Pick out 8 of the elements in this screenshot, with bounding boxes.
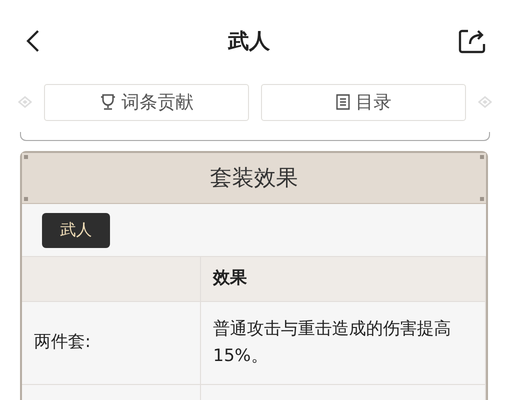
table-cell: 两件套: [22, 301, 201, 384]
panel-title: 套装效果 [210, 165, 298, 193]
set-tab[interactable]: 武人 [42, 212, 110, 248]
page-title: 武人 [228, 28, 270, 55]
table-cell: 普通攻击与重击造成的伤害提高15%。 [201, 301, 486, 384]
header-cell: 效果 [201, 256, 486, 301]
contribution-button[interactable]: 词条贡献 [44, 84, 249, 120]
contents-button[interactable]: 目录 [261, 84, 466, 120]
